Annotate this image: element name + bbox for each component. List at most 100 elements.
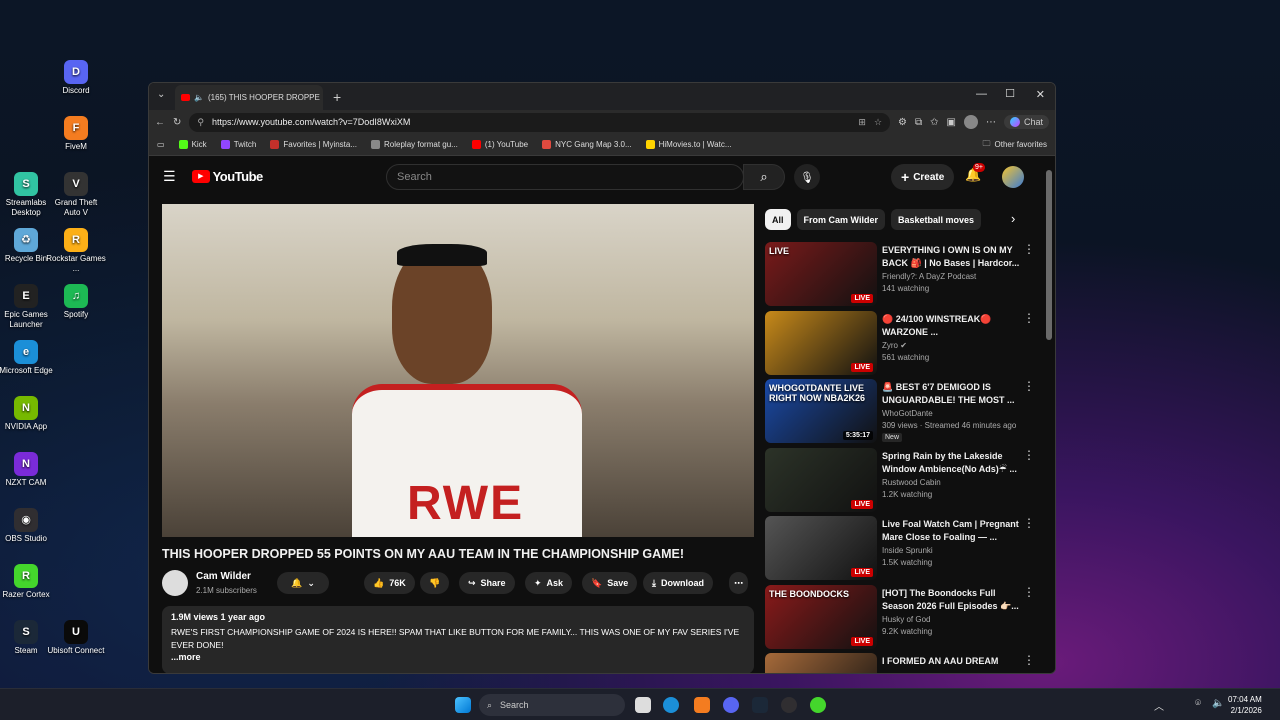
discord-taskbar-icon[interactable] [723, 697, 739, 713]
more-menu-icon[interactable]: ⋯ [986, 117, 996, 128]
profile-avatar[interactable] [963, 115, 978, 129]
favorite-link[interactable]: Roleplay format gu... [371, 140, 458, 149]
desktop-icon-nzxt-cam[interactable]: N NZXT CAM [0, 452, 56, 488]
desktop-icon-grand-theft-auto-v[interactable]: V Grand Theft Auto V [46, 172, 106, 218]
recommended-video[interactable]: LIVE Spring Rain by the Lakeside Window A… [765, 447, 1035, 512]
more-options-icon[interactable]: ⋮ [1023, 654, 1035, 666]
app-available-icon[interactable]: ⊞ [858, 117, 866, 128]
ask-button[interactable]: ✦ Ask [525, 572, 573, 594]
split-screen-icon[interactable]: ⧉ [915, 117, 922, 128]
search-button[interactable]: ⌕ [743, 164, 785, 190]
favorites-icon[interactable]: ✩ [930, 117, 938, 128]
scrollbar[interactable] [1046, 170, 1052, 340]
favorite-link[interactable]: Twitch [220, 140, 256, 149]
create-button[interactable]: + Create [891, 164, 955, 190]
tray-volume-icon[interactable]: 🔈 [1212, 698, 1224, 709]
desktop-icon-razer-cortex[interactable]: R Razer Cortex [0, 564, 56, 600]
recommended-channel[interactable]: Friendly?: A DayZ Podcast [882, 272, 976, 281]
filter-chip[interactable]: All [765, 209, 791, 230]
recommended-channel[interactable]: WhoGotDante [882, 409, 933, 418]
filter-chip[interactable]: Basketball moves [890, 209, 981, 230]
speaker-icon[interactable]: 🔈 [194, 93, 204, 102]
windows-start-icon[interactable] [455, 697, 471, 713]
recommended-video[interactable]: WHOGOTDANTE LIVE RIGHT NOW NBA2K26 5:35:1… [765, 379, 1035, 443]
subscribe-bell-button[interactable]: 🔔 ⌄ [277, 572, 329, 594]
account-avatar[interactable] [1002, 166, 1024, 188]
tab-youtube[interactable]: 🔈 (165) THIS HOOPER DROPPE ✕ [175, 85, 323, 110]
reading-view-icon[interactable]: ▭ [157, 140, 165, 149]
close-window-button[interactable]: ✕ [1036, 88, 1045, 101]
favorite-link[interactable]: HiMovies.to | Watc... [645, 140, 732, 149]
site-info-icon[interactable]: ⚲ [197, 117, 204, 128]
more-options-icon[interactable]: ⋮ [1023, 517, 1035, 529]
desktop-icon-steam[interactable]: S Steam [0, 620, 56, 656]
video-thumbnail[interactable] [765, 653, 877, 673]
recommended-video[interactable]: THE BOONDOCKS LIVE [HOT] The Boondocks Ful… [765, 584, 1035, 649]
new-tab-button[interactable]: + [333, 89, 341, 105]
recommended-channel[interactable]: Inside Sprunki [882, 546, 933, 555]
channel-name[interactable]: Cam Wilder [196, 571, 251, 582]
description-box[interactable]: 1.9M views 1 year ago RWE'S FIRST CHAMPI… [162, 606, 754, 673]
favorite-link[interactable]: Kick [178, 140, 207, 149]
razer-taskbar-icon[interactable] [810, 697, 826, 713]
collections-icon[interactable]: ▣ [947, 117, 956, 128]
video-thumbnail[interactable]: LIVE [765, 516, 877, 580]
search-input[interactable]: Search [386, 164, 744, 190]
desktop-icon-microsoft-edge[interactable]: e Microsoft Edge [0, 340, 56, 376]
recommended-channel[interactable]: Zyro ✔ [882, 341, 907, 350]
download-button[interactable]: ⤓ Download [643, 572, 713, 594]
desktop-icon-fivem[interactable]: F FiveM [46, 116, 106, 152]
obs-taskbar-icon[interactable] [781, 697, 797, 713]
favorite-star-icon[interactable]: ☆ [874, 117, 882, 128]
recommended-title[interactable]: Live Foal Watch Cam | Pregnant Mare Clos… [882, 518, 1022, 544]
edge-taskbar-icon[interactable] [663, 697, 679, 713]
clock[interactable]: 07:04 AM 2/1/2026 [1228, 694, 1262, 716]
tray-chevron-icon[interactable]: ︿ [1154, 698, 1164, 713]
recommended-video[interactable]: I FORMED AN AAU DREAM ⋮ [765, 653, 1035, 673]
favorite-link[interactable]: (1) YouTube [471, 140, 528, 149]
more-options-icon[interactable]: ⋮ [1023, 312, 1035, 324]
recommended-channel[interactable]: Rustwood Cabin [882, 478, 941, 487]
video-thumbnail[interactable]: THE BOONDOCKS LIVE [765, 584, 877, 649]
favorite-link[interactable]: Favorites | Myinsta... [270, 140, 357, 149]
like-button[interactable]: 👍 76K [364, 572, 415, 594]
recommended-title[interactable]: 🚨 BEST 6'7 DEMIGOD IS UNGUARDABLE! THE M… [882, 381, 1022, 407]
steam-taskbar-icon[interactable] [752, 697, 768, 713]
more-actions-button[interactable]: ⋯ [729, 572, 748, 594]
video-player[interactable]: RWE [162, 204, 754, 537]
desktop-icon-spotify[interactable]: ♫ Spotify [46, 284, 106, 320]
copilot-chat-button[interactable]: Chat [1003, 115, 1049, 129]
show-more-link[interactable]: ...more [171, 652, 745, 662]
desktop-icon-discord[interactable]: D Discord [46, 60, 106, 96]
video-thumbnail[interactable]: LIVE [765, 310, 877, 375]
channel-avatar[interactable] [162, 570, 188, 596]
recommended-title[interactable]: EVERYTHING I OWN IS ON MY BACK 🎒 | No Ba… [882, 244, 1022, 270]
filter-chip[interactable]: From Cam Wilder [796, 209, 885, 230]
save-button[interactable]: 🔖 Save [582, 572, 638, 594]
recommended-channel[interactable]: Husky of God [882, 615, 930, 624]
video-thumbnail[interactable]: LIVE [765, 447, 877, 512]
hamburger-menu-icon[interactable]: ☰ [163, 168, 176, 185]
recommended-video[interactable]: LIVE Live Foal Watch Cam | Pregnant Mare … [765, 516, 1035, 580]
recommended-title[interactable]: I FORMED AN AAU DREAM [882, 655, 1022, 668]
tab-list-icon[interactable]: ⌄ [157, 89, 165, 100]
recommended-title[interactable]: 🔴 24/100 WINSTREAK🔴 WARZONE ... [882, 313, 1022, 339]
minimize-button[interactable]: — [976, 88, 987, 100]
recommended-title[interactable]: Spring Rain by the Lakeside Window Ambie… [882, 450, 1022, 476]
more-options-icon[interactable]: ⋮ [1023, 449, 1035, 461]
tray-wifi-icon[interactable]: ⌾ [1195, 698, 1201, 709]
recommended-video[interactable]: LIVE 🔴 24/100 WINSTREAK🔴 WARZONE ... Zyro … [765, 310, 1035, 375]
youtube-logo[interactable]: ▶ YouTube [191, 169, 263, 184]
video-thumbnail[interactable]: WHOGOTDANTE LIVE RIGHT NOW NBA2K26 5:35:1… [765, 379, 877, 443]
more-options-icon[interactable]: ⋮ [1023, 380, 1035, 392]
notifications-button[interactable]: 🔔 9+ [965, 163, 985, 183]
fivem-taskbar-icon[interactable] [694, 697, 710, 713]
other-favorites-folder[interactable]: 🗀 Other favorites [983, 138, 1047, 152]
recommended-video[interactable]: LIVE LIVE EVERYTHING I OWN IS ON MY BACK 🎒… [765, 242, 1035, 306]
recommended-title[interactable]: [HOT] The Boondocks Full Season 2026 Ful… [882, 587, 1022, 613]
extensions-icon[interactable]: ⚙ [898, 117, 907, 128]
voice-search-button[interactable]: 🎙 [794, 164, 820, 190]
dislike-button[interactable]: 👎 [420, 572, 450, 594]
address-bar[interactable]: ⚲ https://www.youtube.com/watch?v=7DodI8… [189, 112, 891, 132]
more-options-icon[interactable]: ⋮ [1023, 586, 1035, 598]
